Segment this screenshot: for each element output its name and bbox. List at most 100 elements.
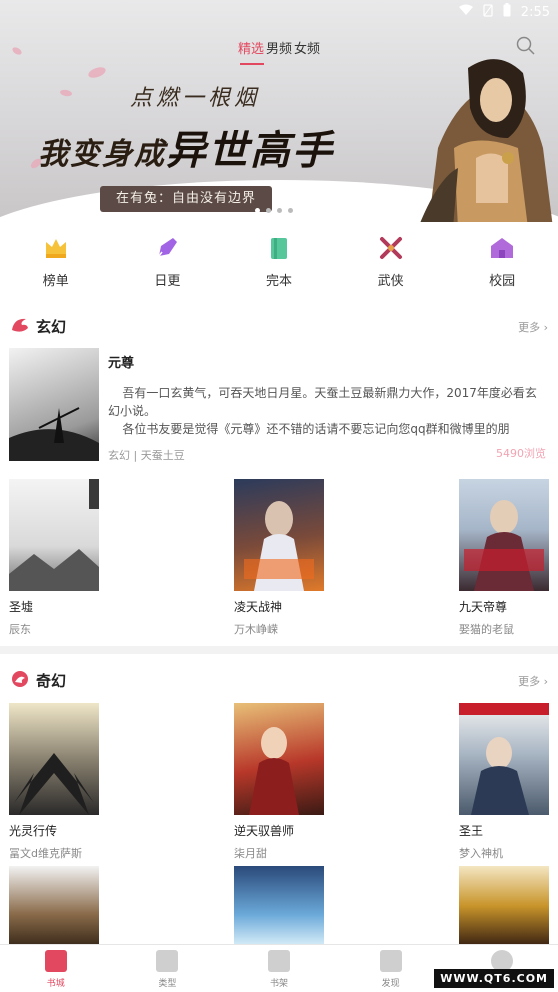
bookstore-icon (44, 950, 67, 972)
book-grid-qihuan-row2 (0, 866, 558, 946)
book-icon (265, 234, 293, 262)
book-cover (9, 703, 99, 815)
tab-label: 书架 (269, 979, 288, 989)
tab-male[interactable]: 男频 (266, 42, 292, 57)
section-logo-icon (10, 670, 30, 688)
book-title: 凌天战神 (234, 600, 283, 614)
category-campus[interactable]: 校园 (446, 234, 558, 294)
description-line: 吾有一口玄黄气，可吞天地日月星。天蚕土豆最新鼎力大作，2017年度必看玄幻小说。 (108, 386, 537, 418)
book-card[interactable]: 逆天驭兽师 柒月甜 (234, 703, 324, 861)
banner-line-2: 我变身成异世高手 (38, 118, 334, 176)
book-author: 柒月甜 (234, 847, 267, 860)
section-title: 玄幻 (36, 318, 67, 336)
more-link[interactable]: 更多 › (518, 673, 548, 689)
book-cover (9, 866, 99, 946)
watermark: WWW.QT6.COM (434, 969, 554, 988)
book-card[interactable]: 光灵行传 冨文d维克萨斯 (9, 703, 99, 861)
book-card[interactable]: 圣墟 辰东 (9, 479, 99, 637)
book-cover (234, 703, 324, 815)
book-grid-xuanhuan: 圣墟 辰东 凌天战神 万木峥嵘 九天帝尊 娶猫的老鼠 (0, 479, 558, 637)
tab-featured[interactable]: 精选 (238, 42, 264, 57)
featured-description: 吾有一口玄黄气，可吞天地日月星。天蚕土豆最新鼎力大作，2017年度必看玄幻小说。… (108, 384, 548, 438)
status-time: 2:55 (520, 4, 550, 20)
category-label: 日更 (154, 274, 181, 289)
search-icon[interactable] (516, 36, 536, 56)
book-author: 娶猫的老鼠 (459, 623, 514, 636)
book-card[interactable] (9, 866, 99, 946)
banner-line-1: 点燃一根烟 (130, 86, 261, 111)
category-rank[interactable]: 榜单 (0, 234, 112, 294)
book-card[interactable]: 圣王 梦入神机 (459, 703, 549, 861)
tab-label: 书城 (46, 979, 65, 989)
book-card[interactable] (234, 866, 324, 946)
book-author: 冨文d维克萨斯 (9, 847, 82, 860)
book-cover (234, 479, 324, 591)
status-bar: 2:55 (0, 0, 558, 24)
book-cover (459, 479, 549, 591)
category-label: 完本 (265, 274, 292, 289)
carousel-dots (255, 208, 293, 213)
section-header-xuanhuan: 玄幻 更多 › (0, 310, 558, 340)
tab-bookshelf[interactable]: 书架 (223, 945, 335, 992)
more-label: 更多 (518, 321, 541, 334)
banner-tagline: 在有兔：自由没有边界 (100, 186, 273, 212)
tab-bookstore[interactable]: 书城 (0, 945, 112, 992)
banner-line-2a: 我变身成 (38, 137, 166, 172)
category-label: 校园 (489, 274, 516, 289)
tab-female[interactable]: 女频 (294, 42, 320, 57)
book-title: 光灵行传 (9, 824, 58, 838)
book-cover (234, 866, 324, 946)
grid-icon (156, 950, 179, 972)
section-logo-icon (10, 316, 30, 334)
crown-icon (42, 234, 70, 262)
pen-icon (153, 234, 181, 262)
sim-icon (483, 3, 493, 21)
book-card[interactable] (459, 866, 549, 946)
tab-label: 发现 (381, 979, 400, 989)
category-nav: 榜单 日更 完本 武侠 校园 (0, 234, 558, 294)
battery-icon (503, 3, 511, 21)
book-author: 梦入神机 (459, 847, 503, 860)
category-wuxia[interactable]: 武侠 (335, 234, 447, 294)
book-grid-qihuan: 光灵行传 冨文d维克萨斯 逆天驭兽师 柒月甜 圣王 梦入神机 (0, 703, 558, 861)
banner-line-2b: 异世高手 (166, 127, 334, 174)
top-tabs: 精选 男频 女频 (0, 38, 558, 57)
bookshelf-icon (267, 950, 290, 972)
cube-icon (379, 950, 402, 972)
banner-hero-figure (420, 59, 553, 222)
hero-banner[interactable]: 点燃一根烟 我变身成异世高手 在有兔：自由没有边界 (0, 0, 558, 222)
book-title: 逆天驭兽师 (234, 824, 295, 838)
book-cover (9, 348, 99, 461)
tab-indicator (240, 63, 264, 65)
book-title: 圣王 (459, 824, 484, 838)
wifi-icon (458, 4, 473, 20)
more-label: 更多 (518, 675, 541, 688)
more-link[interactable]: 更多 › (518, 319, 548, 335)
tab-discover[interactable]: 发现 (335, 945, 447, 992)
featured-book[interactable]: 元尊 吾有一口玄黄气，可吞天地日月星。天蚕土豆最新鼎力大作，2017年度必看玄幻… (0, 348, 558, 462)
tab-label: 类型 (158, 979, 177, 989)
featured-title: 元尊 (108, 356, 135, 371)
swords-icon (377, 234, 405, 262)
category-complete[interactable]: 完本 (223, 234, 335, 294)
section-divider (0, 646, 558, 654)
category-daily[interactable]: 日更 (112, 234, 224, 294)
book-card[interactable]: 九天帝尊 娶猫的老鼠 (459, 479, 549, 637)
book-author: 辰东 (9, 623, 31, 636)
book-cover (9, 479, 99, 591)
section-title: 奇幻 (36, 672, 67, 690)
category-label: 榜单 (42, 274, 69, 289)
book-card[interactable]: 凌天战神 万木峥嵘 (234, 479, 324, 637)
featured-views: 5490浏览 (496, 447, 546, 460)
book-author: 万木峥嵘 (234, 623, 278, 636)
section-header-qihuan: 奇幻 更多 › (0, 664, 558, 694)
book-cover (459, 866, 549, 946)
tab-category[interactable]: 类型 (112, 945, 224, 992)
featured-meta: 玄幻 | 天蚕土豆 (108, 449, 185, 462)
book-title: 九天帝尊 (459, 600, 508, 614)
book-title: 圣墟 (9, 600, 34, 614)
book-cover (459, 703, 549, 815)
school-icon (488, 234, 516, 262)
category-label: 武侠 (377, 274, 404, 289)
description-line: 各位书友要是觉得《元尊》还不错的话请不要忘记向您qq群和微博里的朋 (122, 422, 510, 436)
